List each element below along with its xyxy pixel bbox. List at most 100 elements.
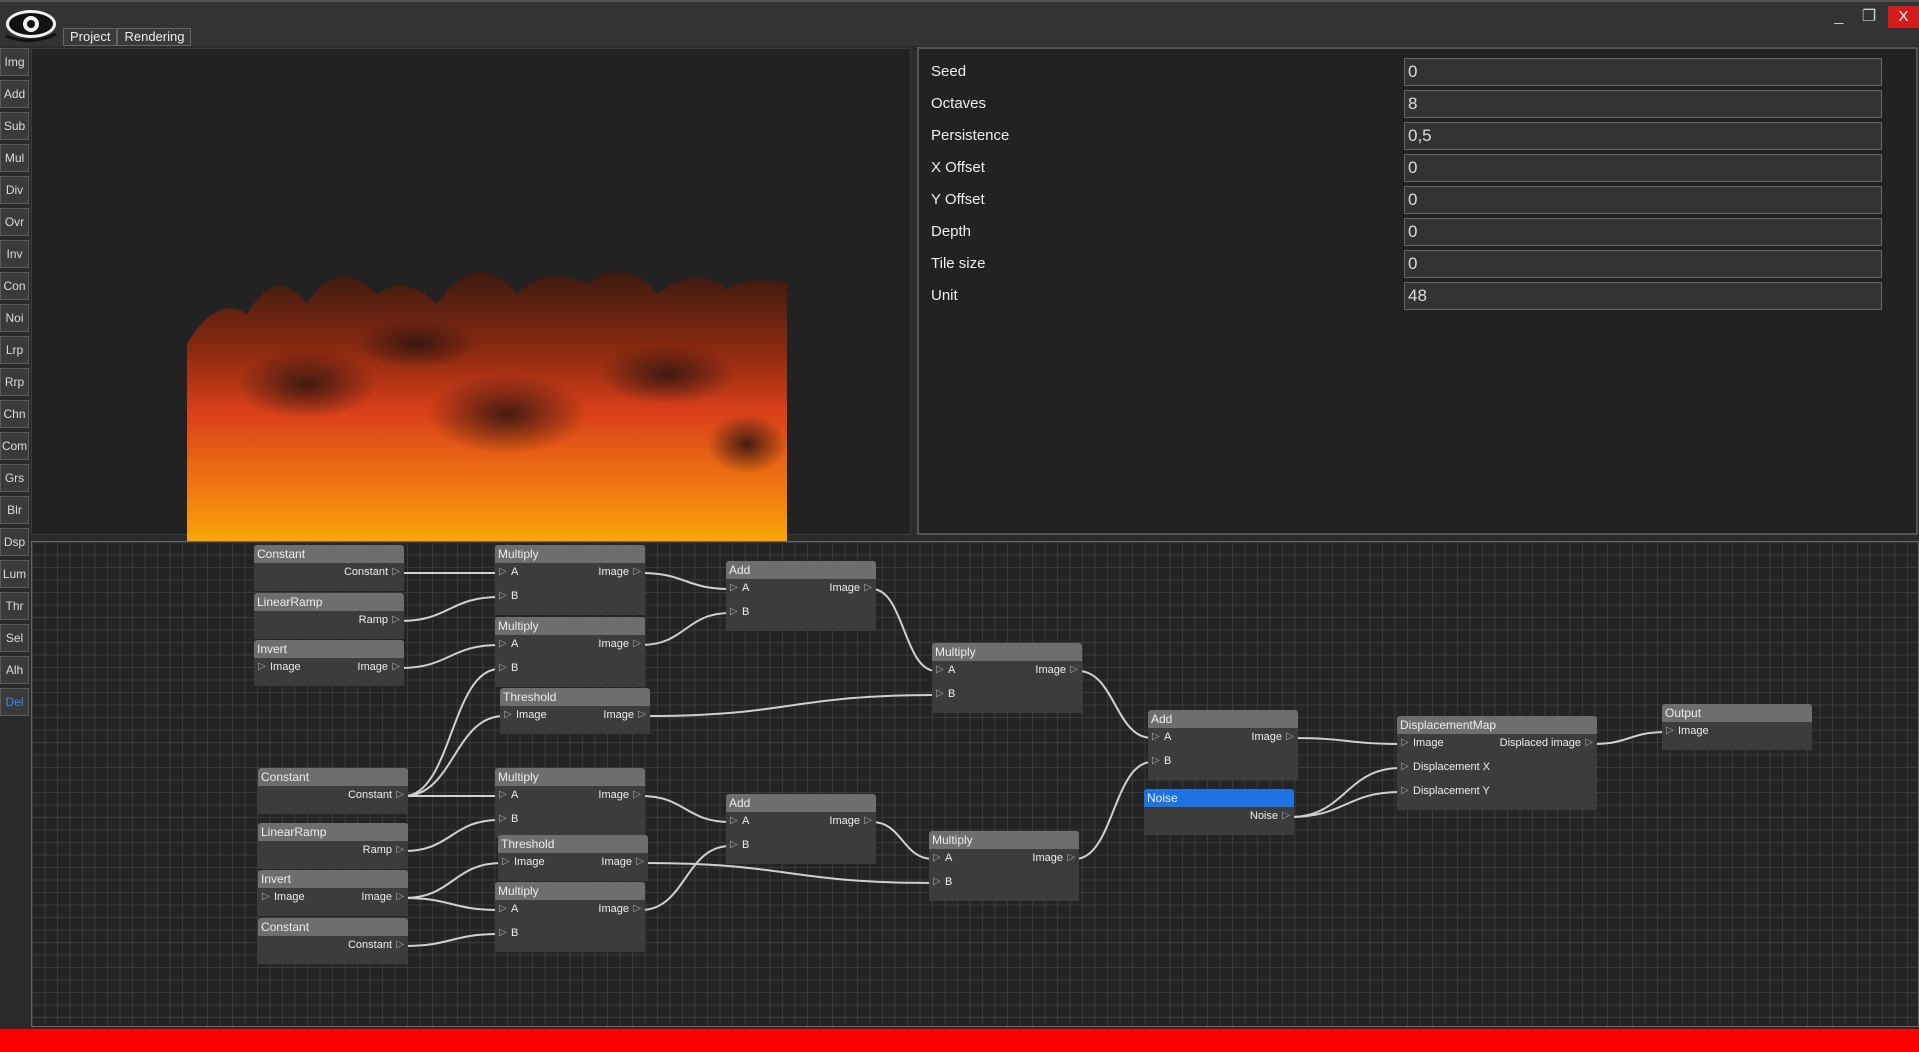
node-constant1[interactable]: Constant Constant <box>254 545 404 591</box>
output-port[interactable]: Image <box>601 856 643 868</box>
output-port[interactable]: Constant <box>344 566 400 578</box>
node-graph-editor[interactable]: Constant Constant LinearRamp Ramp Invert Imag… <box>31 541 1919 1027</box>
node-title[interactable]: Multiply <box>495 545 645 563</box>
input-port[interactable]: A <box>935 664 955 676</box>
minimize-button[interactable]: _ <box>1824 6 1854 28</box>
node-title[interactable]: LinearRamp <box>258 823 408 841</box>
output-port[interactable]: Image <box>361 891 403 903</box>
node-add2[interactable]: Add AB Image <box>726 794 876 864</box>
node-title[interactable]: LinearRamp <box>254 593 404 611</box>
output-port[interactable]: Ramp <box>359 614 401 626</box>
tool-button-img[interactable]: Img <box>0 48 29 76</box>
property-value-input[interactable]: 0 <box>1404 154 1882 182</box>
output-port[interactable]: Image <box>598 789 640 801</box>
input-port[interactable]: B <box>729 606 749 618</box>
output-port[interactable]: Image <box>598 566 640 578</box>
input-port[interactable]: B <box>729 839 749 851</box>
menu-project[interactable]: Project <box>63 28 118 46</box>
output-port[interactable]: Image <box>1251 731 1293 743</box>
node-multiply3[interactable]: Multiply AB Image <box>932 643 1082 713</box>
input-port[interactable]: Image <box>1401 737 1443 749</box>
tool-button-con[interactable]: Con <box>0 272 29 300</box>
output-port[interactable]: Image <box>598 903 640 915</box>
output-port[interactable]: Noise <box>1250 810 1290 822</box>
input-port[interactable]: Displacement X <box>1401 761 1490 773</box>
close-button[interactable]: X <box>1888 6 1919 28</box>
input-port[interactable]: Image <box>1666 725 1708 737</box>
node-title[interactable]: Invert <box>258 870 408 888</box>
menu-rendering[interactable]: Rendering <box>117 28 192 46</box>
node-add1[interactable]: Add AB Image <box>726 561 876 631</box>
node-title[interactable]: Invert <box>254 640 404 658</box>
property-value-input[interactable]: 8 <box>1404 90 1882 118</box>
node-title[interactable]: Constant <box>254 545 404 563</box>
node-multiply5[interactable]: Multiply AB Image <box>495 882 645 952</box>
tool-button-com[interactable]: Com <box>0 432 29 460</box>
input-port[interactable]: A <box>729 815 749 827</box>
tool-button-grs[interactable]: Grs <box>0 464 29 492</box>
node-constant3[interactable]: Constant Constant <box>258 918 408 964</box>
node-add3[interactable]: Add AB Image <box>1148 710 1298 780</box>
node-title[interactable]: Multiply <box>929 831 1079 849</box>
tool-button-lrp[interactable]: Lrp <box>0 336 29 364</box>
tool-button-thr[interactable]: Thr <box>0 592 29 620</box>
tool-button-rrp[interactable]: Rrp <box>0 368 29 396</box>
node-title[interactable]: Threshold <box>498 835 648 853</box>
input-port[interactable]: B <box>1151 755 1171 767</box>
tool-button-lum[interactable]: Lum <box>0 560 29 588</box>
output-port[interactable]: Constant <box>348 789 404 801</box>
node-title[interactable]: Constant <box>258 768 408 786</box>
tool-button-alh[interactable]: Alh <box>0 656 29 684</box>
node-multiply6[interactable]: Multiply AB Image <box>929 831 1079 901</box>
output-port[interactable]: Constant <box>348 939 404 951</box>
tool-button-inv[interactable]: Inv <box>0 240 29 268</box>
node-invert2[interactable]: Invert Image Image <box>258 870 408 916</box>
tool-button-mul[interactable]: Mul <box>0 144 29 172</box>
input-port[interactable]: B <box>932 876 952 888</box>
node-linearramp1[interactable]: LinearRamp Ramp <box>254 593 404 639</box>
node-title[interactable]: DisplacementMap <box>1397 716 1597 734</box>
tool-button-sel[interactable]: Sel <box>0 624 29 652</box>
input-port[interactable]: A <box>498 638 518 650</box>
node-title[interactable]: Constant <box>258 918 408 936</box>
node-noise[interactable]: Noise Noise <box>1144 789 1294 835</box>
input-port[interactable]: B <box>498 927 518 939</box>
tool-button-dsp[interactable]: Dsp <box>0 528 29 556</box>
node-multiply1[interactable]: Multiply AB Image <box>495 545 645 615</box>
tool-button-sub[interactable]: Sub <box>0 112 29 140</box>
output-port[interactable]: Displaced image <box>1500 737 1594 749</box>
node-title[interactable]: Multiply <box>495 768 645 786</box>
input-port[interactable]: Image <box>502 856 544 868</box>
tool-button-div[interactable]: Div <box>0 176 29 204</box>
node-constant2[interactable]: Constant Constant <box>258 768 408 814</box>
tool-button-blr[interactable]: Blr <box>0 496 29 524</box>
node-title[interactable]: Noise <box>1144 789 1294 807</box>
input-port[interactable]: B <box>498 813 518 825</box>
output-port[interactable]: Image <box>1032 852 1074 864</box>
node-multiply4[interactable]: Multiply AB Image <box>495 768 645 838</box>
node-linearramp2[interactable]: LinearRamp Ramp <box>258 823 408 869</box>
property-value-input[interactable]: 0 <box>1404 250 1882 278</box>
node-title[interactable]: Add <box>726 561 876 579</box>
node-title[interactable]: Threshold <box>500 688 650 706</box>
property-value-input[interactable]: 0 <box>1404 218 1882 246</box>
property-value-input[interactable]: 48 <box>1404 282 1882 310</box>
property-value-input[interactable]: 0 <box>1404 58 1882 86</box>
node-threshold1[interactable]: Threshold Image Image <box>500 688 650 734</box>
tool-button-chn[interactable]: Chn <box>0 400 29 428</box>
output-port[interactable]: Image <box>829 815 871 827</box>
property-value-input[interactable]: 0,5 <box>1404 122 1882 150</box>
output-port[interactable]: Image <box>1035 664 1077 676</box>
node-output[interactable]: Output Image <box>1662 704 1812 750</box>
input-port[interactable]: A <box>932 852 952 864</box>
input-port[interactable]: B <box>498 662 518 674</box>
input-port[interactable]: A <box>1151 731 1171 743</box>
input-port[interactable]: A <box>498 903 518 915</box>
node-title[interactable]: Add <box>726 794 876 812</box>
input-port[interactable]: A <box>498 566 518 578</box>
input-port[interactable]: Displacement Y <box>1401 785 1490 797</box>
input-port[interactable]: A <box>729 582 749 594</box>
output-port[interactable]: Image <box>829 582 871 594</box>
tool-button-noi[interactable]: Noi <box>0 304 29 332</box>
input-port[interactable]: Image <box>258 661 300 673</box>
